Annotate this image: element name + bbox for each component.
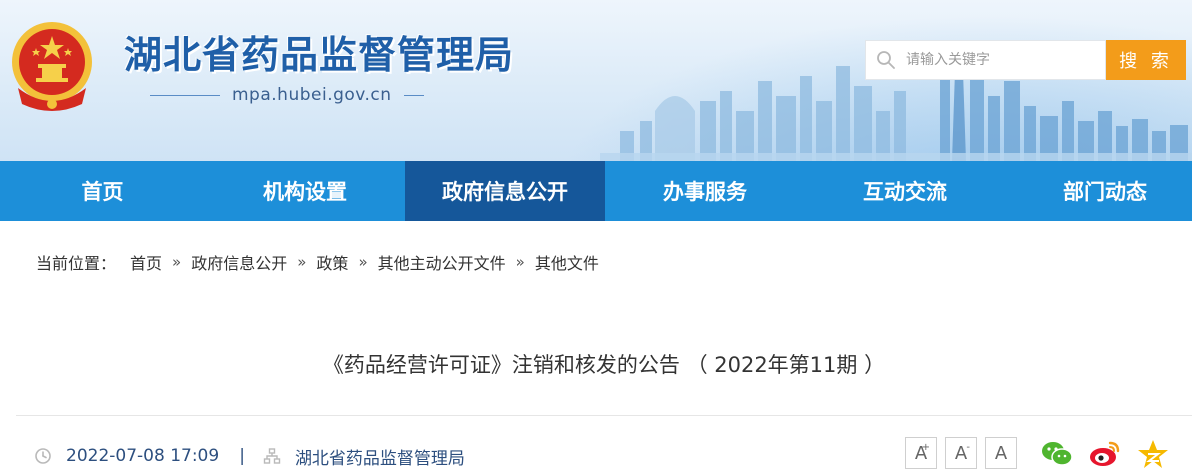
site-domain: mpa.hubei.gov.cn — [232, 85, 392, 105]
domain-line-left — [150, 94, 220, 96]
font-decrease-label: A — [954, 442, 968, 464]
font-decrease-button[interactable]: A- — [945, 437, 977, 469]
site-domain-row: mpa.hubei.gov.cn — [150, 84, 450, 106]
article-datetime: 2022-07-08 17:09 — [66, 446, 220, 466]
font-reset-button[interactable]: A — [985, 437, 1017, 469]
main-nav: 首页 机构设置 政府信息公开 办事服务 互动交流 部门动态 — [0, 161, 1192, 221]
nav-item-home[interactable]: 首页 — [0, 161, 205, 221]
article-title: 《药品经营许可证》注销和核发的公告 （ 2022年第11期 ） — [322, 353, 886, 377]
font-size-controls: A + A- A — [905, 437, 1017, 469]
article-source: 湖北省药品监督管理局 — [294, 448, 465, 469]
article-divider — [16, 415, 1192, 416]
breadcrumb-item-other-public-docs[interactable]: 其他主动公开文件 — [378, 250, 506, 274]
breadcrumb-separator: » — [515, 253, 525, 271]
share-bar — [1040, 438, 1170, 470]
meta-separator: | — [239, 446, 245, 466]
breadcrumb-lead: 当前位置： — [36, 254, 117, 273]
breadcrumb: 当前位置： 首页 » 政府信息公开 » 政策 » 其他主动公开文件 » 其他文件 — [36, 250, 599, 274]
clock-icon — [34, 447, 52, 465]
domain-line-right — [403, 94, 424, 96]
font-reset-label: A — [994, 442, 1008, 464]
search-icon — [866, 40, 906, 80]
header-banner: 湖北省药品监督管理局 mpa.hubei.gov.cn 搜 索 — [0, 0, 1192, 161]
breadcrumb-separator: » — [172, 253, 182, 271]
search-box — [865, 40, 1106, 80]
nav-item-department-news[interactable]: 部门动态 — [1005, 161, 1192, 221]
national-emblem-logo — [12, 22, 92, 111]
nav-item-interaction[interactable]: 互动交流 — [805, 161, 1005, 221]
article-meta: 2022-07-08 17:09 | 湖北省药品监督管理局 — [34, 443, 465, 469]
weibo-icon[interactable] — [1088, 438, 1122, 470]
breadcrumb-item-gov-info[interactable]: 政府信息公开 — [191, 250, 287, 274]
font-increase-button[interactable]: A + — [905, 437, 937, 469]
nav-item-services[interactable]: 办事服务 — [605, 161, 805, 221]
organization-icon — [263, 447, 281, 465]
site-title: 湖北省药品监督管理局 — [124, 33, 515, 77]
breadcrumb-separator: » — [358, 253, 368, 271]
qzone-icon[interactable] — [1136, 438, 1170, 470]
font-increase-sup: + — [921, 442, 930, 453]
nav-item-gov-info-disclosure[interactable]: 政府信息公开 — [405, 161, 605, 221]
search-input[interactable] — [906, 41, 1101, 79]
breadcrumb-item-policy[interactable]: 政策 — [316, 250, 348, 274]
breadcrumb-item-other-docs[interactable]: 其他文件 — [535, 250, 599, 274]
breadcrumb-separator: » — [297, 253, 307, 271]
wechat-icon[interactable] — [1040, 438, 1074, 470]
search-button[interactable]: 搜 索 — [1106, 40, 1186, 80]
font-decrease-sup: - — [966, 442, 970, 453]
nav-item-organization[interactable]: 机构设置 — [205, 161, 405, 221]
breadcrumb-item-home[interactable]: 首页 — [130, 250, 162, 274]
